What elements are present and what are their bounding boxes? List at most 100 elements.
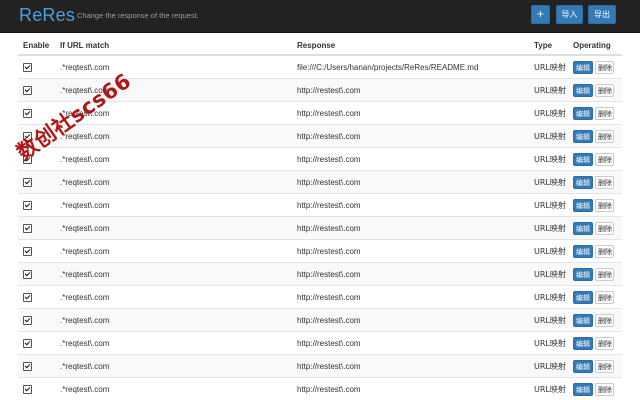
type-cell: URL映射 [529,193,568,217]
edit-button[interactable]: 编辑 [573,175,593,189]
type-cell: URL映射 [529,124,568,148]
type-cell: URL映射 [529,78,568,102]
url-match-cell: .*reqtest\.com [55,354,292,378]
table-row: .*reqtest\.com http://restest\.com URL映射 编辑… [18,239,622,263]
delete-button[interactable]: 删除 [595,152,614,166]
enable-checkbox[interactable] [23,177,32,187]
table-row: .*reqtest\.com file:///C:/Users/hanan/pro… [18,54,622,79]
enable-checkbox[interactable] [23,315,32,325]
delete-button[interactable]: 删除 [595,244,614,258]
operating-cell: 编辑 删除 [568,262,622,286]
edit-button[interactable]: 编辑 [573,60,593,74]
type-cell: URL映射 [529,285,568,309]
enable-cell [18,193,55,217]
col-header-response: Response [292,37,529,56]
enable-checkbox[interactable] [23,338,32,348]
edit-button[interactable]: 编辑 [573,152,593,166]
rules-table: Enable If URL match Response Type Operat… [18,37,622,400]
delete-button[interactable]: 删除 [595,60,614,74]
url-match-cell: .*reqtest\.com [55,216,292,240]
delete-button[interactable]: 删除 [595,175,614,189]
delete-button[interactable]: 删除 [595,221,614,235]
response-cell: http://restest\.com [292,239,529,263]
edit-button[interactable]: 编辑 [573,313,593,327]
enable-checkbox[interactable] [23,131,32,141]
enable-checkbox[interactable] [23,246,32,256]
url-match-cell: .*reqtest\.com [55,239,292,263]
enable-cell [18,170,55,194]
response-cell: file:///C:/Users/hanan/projects/ReRes/RE… [292,54,529,79]
enable-cell [18,78,55,102]
delete-button[interactable]: 删除 [595,198,614,212]
type-cell: URL映射 [529,101,568,125]
edit-button[interactable]: 编辑 [573,382,593,396]
edit-button[interactable]: 编辑 [573,221,593,235]
enable-checkbox[interactable] [23,292,32,302]
url-match-cell: .*reqtest\.com [55,285,292,309]
url-match-cell: .*reqtest\.com [55,101,292,125]
enable-cell [18,216,55,240]
url-match-cell: .*reqtest\.com [55,170,292,194]
delete-button[interactable]: 删除 [595,129,614,143]
table-row: .*reqtest\.com http://restest\.com URL映射 编辑… [18,331,622,355]
type-cell: URL映射 [529,170,568,194]
delete-button[interactable]: 删除 [595,290,614,304]
edit-button[interactable]: 编辑 [573,359,593,373]
operating-cell: 编辑 删除 [568,101,622,125]
edit-button[interactable]: 编辑 [573,244,593,258]
enable-checkbox[interactable] [23,361,32,371]
table-row: .*reqtest\.com http://restest\.com URL映射 编辑… [18,285,622,309]
enable-cell [18,124,55,148]
operating-cell: 编辑 删除 [568,354,622,378]
response-cell: http://restest\.com [292,354,529,378]
table-row: .*reqtest\.com http://restest\.com URL映射 编辑… [18,193,622,217]
response-cell: http://restest\.com [292,285,529,309]
enable-checkbox[interactable] [23,62,32,72]
edit-button[interactable]: 编辑 [573,83,593,97]
url-match-cell: .*reqtest\.com [55,124,292,148]
response-cell: http://restest\.com [292,216,529,240]
response-cell: http://restest\.com [292,101,529,125]
delete-button[interactable]: 删除 [595,313,614,327]
type-cell: URL映射 [529,377,568,400]
table-row: .*reqtest\.com http://restest\.com URL映射 编辑… [18,262,622,286]
type-cell: URL映射 [529,54,568,79]
table-row: .*reqtest\.com http://restest\.com URL映射 编辑… [18,216,622,240]
operating-cell: 编辑 删除 [568,124,622,148]
enable-cell [18,285,55,309]
url-match-cell: .*reqtest\.com [55,331,292,355]
edit-button[interactable]: 编辑 [573,129,593,143]
enable-checkbox[interactable] [23,200,32,210]
edit-button[interactable]: 编辑 [573,336,593,350]
edit-button[interactable]: 编辑 [573,290,593,304]
url-match-cell: .*reqtest\.com [55,78,292,102]
enable-checkbox[interactable] [23,384,32,394]
import-button[interactable]: 导入 [556,5,583,24]
enable-checkbox[interactable] [23,85,32,95]
edit-button[interactable]: 编辑 [573,106,593,120]
enable-checkbox[interactable] [23,269,32,279]
response-cell: http://restest\.com [292,262,529,286]
table-row: .*reqtest\.com http://restest\.com URL映射 编辑… [18,147,622,171]
type-cell: URL映射 [529,331,568,355]
table-row: .*reqtest\.com http://restest\.com URL映射 编辑… [18,101,622,125]
app-brand[interactable]: ReRes [19,3,75,27]
export-button[interactable]: 导出 [588,5,616,24]
enable-checkbox[interactable] [23,223,32,233]
enable-cell [18,239,55,263]
delete-button[interactable]: 删除 [595,336,614,350]
delete-button[interactable]: 删除 [595,83,614,97]
col-header-operating: Operating [568,37,622,56]
edit-button[interactable]: 编辑 [573,198,593,212]
delete-button[interactable]: 删除 [595,267,614,281]
enable-checkbox[interactable] [23,108,32,118]
delete-button[interactable]: 删除 [595,106,614,120]
col-header-url-match: If URL match [55,37,292,56]
delete-button[interactable]: 删除 [595,382,614,396]
delete-button[interactable]: 删除 [595,359,614,373]
edit-button[interactable]: 编辑 [573,267,593,281]
add-rule-button[interactable]: + [531,5,550,24]
response-cell: http://restest\.com [292,193,529,217]
url-match-cell: .*reqtest\.com [55,262,292,286]
enable-checkbox[interactable] [23,154,32,164]
